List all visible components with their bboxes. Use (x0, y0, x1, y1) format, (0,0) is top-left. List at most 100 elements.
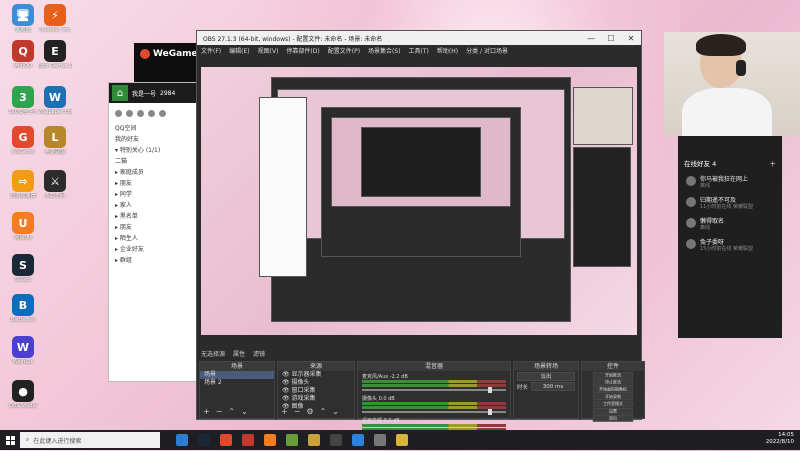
friend-item[interactable]: 兔子委呀 15小时前在线 荣耀联盟 (678, 235, 782, 256)
list-item[interactable]: ▸ 群组 (115, 255, 199, 266)
list-item[interactable]: ▸ 陌生人 (115, 233, 199, 244)
control-button[interactable]: 退出 (592, 415, 634, 422)
desktop-icon-this-pc[interactable]: 🖥 此电脑 (6, 4, 40, 33)
taskbar-app-icon[interactable] (330, 434, 342, 446)
desktop-icon-naraka[interactable]: ⚔ 永劫无间 (38, 170, 72, 199)
list-item[interactable]: 二猫 (115, 156, 199, 167)
obs-window[interactable]: OBS 27.1.3 (64-bit, windows) - 配置文件: 未命名… (196, 30, 645, 451)
close-icon[interactable]: ✕ (621, 31, 641, 45)
list-item[interactable]: ▸ 朋友 (115, 222, 199, 233)
desktop-icon-thunder[interactable]: ⚡ Thunder, Inc. (38, 4, 72, 33)
list-item[interactable]: ▸ 朋友 (115, 178, 199, 189)
friend-item[interactable]: 你马被我狂在网上 离线 (678, 172, 782, 193)
source-item[interactable]: 👁 游戏采集 (278, 395, 354, 403)
duration-input[interactable]: 300 ms (531, 382, 575, 391)
friend-item[interactable]: 懒得取名 离线 (678, 214, 782, 235)
up-icon[interactable]: ⌃ (320, 407, 327, 416)
control-button[interactable]: 停止推流 (592, 379, 634, 386)
remove-icon[interactable]: − (216, 407, 223, 416)
list-item[interactable]: ▸ 家庭成员 (115, 167, 199, 178)
scene-item[interactable]: 场景 2 (200, 379, 274, 387)
taskbar-app-icon[interactable] (374, 434, 386, 446)
list-item[interactable]: ▾ 特别关心 (1/1) (115, 145, 199, 156)
taskbar-search[interactable]: ⌕ 在此键入进行搜索 (20, 432, 160, 448)
down-icon[interactable]: ⌄ (332, 407, 339, 416)
taskbar-app-icon[interactable] (198, 434, 210, 446)
menu-item[interactable]: 分类 / 对口场景 (466, 46, 508, 55)
remove-icon[interactable]: − (294, 407, 301, 416)
transition-select[interactable]: 淡出 (517, 372, 575, 381)
control-button[interactable]: 工作室模式 (592, 400, 634, 408)
properties-button[interactable]: 属性 (233, 349, 245, 358)
control-button[interactable]: 设置 (592, 408, 634, 415)
taskbar-apps (176, 434, 408, 446)
up-icon[interactable]: ⌃ (228, 407, 235, 416)
menu-item[interactable]: 停靠部件(D) (286, 46, 319, 55)
desktop-icon-waifu[interactable]: W Waifu2x (6, 336, 40, 365)
menu-item[interactable]: 场景集合(S) (368, 46, 401, 55)
taskbar-app-icon[interactable] (352, 434, 364, 446)
minimize-icon[interactable]: — (581, 31, 601, 45)
taskbar-app-icon[interactable] (242, 434, 254, 446)
taskbar-app-icon[interactable] (176, 434, 188, 446)
desktop-icon-wegame[interactable]: G WeGame (6, 126, 40, 155)
mixer-channel-name: 摄像头 0.0 dB (362, 396, 395, 402)
qq-tool-icon[interactable] (148, 110, 155, 117)
desktop-icon-battle[interactable]: B Battle.net (6, 294, 40, 323)
taskbar-app-icon[interactable] (220, 434, 232, 446)
control-button[interactable]: 开始推流 (592, 372, 634, 379)
add-icon[interactable]: + (203, 407, 210, 416)
taskbar-app-icon[interactable] (308, 434, 320, 446)
control-button[interactable]: 开始录制 (592, 393, 634, 401)
list-item[interactable]: ▸ 家人 (115, 200, 199, 211)
volume-slider[interactable] (362, 409, 506, 415)
maximize-icon[interactable]: ☐ (601, 31, 621, 45)
friends-panel[interactable]: 在线好友 4 ＋ 你马被我狂在网上 离线 归期遥不可及 11小时前在线 荣耀联盟 懒得取… (678, 136, 782, 338)
menu-item[interactable]: 配置文件(P) (328, 46, 360, 55)
system-tray-clock[interactable]: 14:05 2022/8/10 (766, 432, 794, 446)
obs-preview[interactable] (201, 67, 637, 335)
desktop-icon-lol[interactable]: L 英雄联盟 (38, 126, 72, 155)
desktop-icon-app1[interactable]: ⇨ 迅游加速器 (6, 170, 40, 199)
qq-tool-icon[interactable] (137, 110, 144, 117)
desktop-icon-360[interactable]: 3 360安全卫士 (6, 86, 40, 115)
friend-item[interactable]: 归期遥不可及 11小时前在线 荣耀联盟 (678, 193, 782, 214)
menu-item[interactable]: 帮助(H) (437, 46, 458, 55)
control-button[interactable]: 开始虚拟摄像机 (592, 386, 634, 393)
menu-item[interactable]: 编辑(E) (229, 46, 249, 55)
down-icon[interactable]: ⌄ (241, 407, 248, 416)
qq-tool-icon[interactable] (115, 110, 122, 117)
desktop-icon-obs[interactable]: ● OBS Studio (6, 380, 40, 409)
filters-button[interactable]: 滤镜 (253, 349, 265, 358)
taskbar-app-icon[interactable] (286, 434, 298, 446)
source-item[interactable]: 👁 显示器采集 (278, 371, 354, 379)
scene-item[interactable]: 场景 (200, 371, 274, 379)
qq-tool-icon[interactable] (126, 110, 133, 117)
source-item[interactable]: 👁 窗口采集 (278, 387, 354, 395)
home-icon[interactable]: ⌂ (112, 85, 128, 101)
gear-icon[interactable]: ⚙ (306, 407, 313, 416)
volume-slider[interactable] (362, 387, 506, 393)
list-item[interactable]: 我的好友 (115, 134, 199, 145)
taskbar-app-icon[interactable] (396, 434, 408, 446)
add-icon[interactable]: + (281, 407, 288, 416)
start-button[interactable] (0, 430, 20, 450)
list-item[interactable]: ▸ 黑名单 (115, 211, 199, 222)
desktop-icon-epic[interactable]: EEpic Games Launcher (38, 40, 72, 69)
menu-item[interactable]: 视图(V) (258, 46, 279, 55)
qq-window[interactable]: ⌂ 我是一号 2984 QQ空间 我的好友 ▾ 特别关心 (1/1) 二猫 ▸ 家庭成… (108, 82, 206, 382)
desktop-icon-app2[interactable]: U 网易UU (6, 212, 40, 241)
source-item[interactable]: 👁 摄像头 (278, 379, 354, 387)
list-item[interactable]: ▸ 企业好友 (115, 244, 199, 255)
desktop-icon-qq[interactable]: Q 腾讯QQ (6, 40, 40, 69)
desktop-icon-label: WeGame (11, 149, 35, 155)
desktop-icon-wallpaper[interactable]: WWallpaper Engine (38, 86, 72, 115)
menu-item[interactable]: 文件(F) (201, 46, 221, 55)
desktop-icon-steam[interactable]: S Steam (6, 254, 40, 283)
menu-item[interactable]: 工具(T) (409, 46, 429, 55)
list-item[interactable]: ▸ 同学 (115, 189, 199, 200)
add-friend-icon[interactable]: ＋ (770, 158, 777, 168)
taskbar-app-icon[interactable] (264, 434, 276, 446)
search-icon[interactable] (159, 110, 166, 117)
list-item[interactable]: QQ空间 (115, 123, 199, 134)
